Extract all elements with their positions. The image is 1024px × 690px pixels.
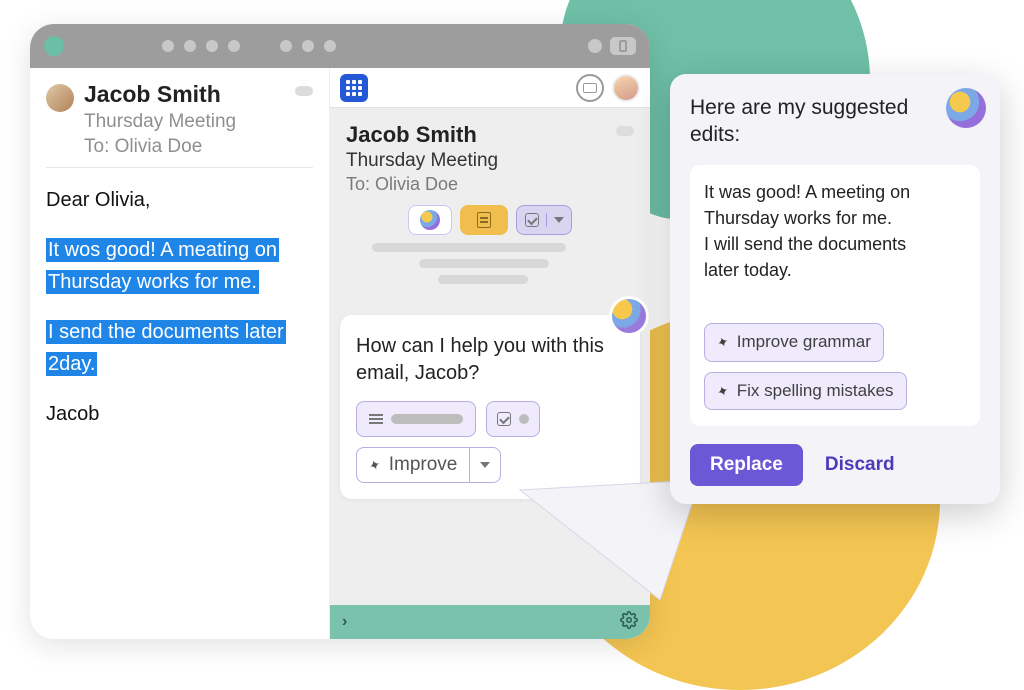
assistant-email-header: Jacob Smith Thursday Meeting To: Olivia … xyxy=(330,108,650,315)
popover-title: Here are my suggested edits: xyxy=(690,94,980,149)
assistant-orb-icon xyxy=(946,88,986,128)
wand-icon: ✦ xyxy=(714,379,732,402)
chevron-down-icon xyxy=(480,462,490,468)
email-to-line: To: Olivia Doe xyxy=(84,135,236,160)
placeholder-preview xyxy=(346,243,634,305)
sender-avatar xyxy=(46,84,74,112)
wand-icon: ✦ xyxy=(714,331,732,354)
improve-label: Improve xyxy=(389,454,458,476)
assist-subject: Thursday Meeting xyxy=(346,150,634,172)
email-signoff: Jacob xyxy=(46,398,313,430)
email-subject: Thursday Meeting xyxy=(84,110,236,135)
user-avatar[interactable] xyxy=(612,74,640,102)
email-body[interactable]: Dear Olivia, It wos good! A meating on T… xyxy=(46,168,313,430)
email-header: Jacob Smith Thursday Meeting To: Olivia … xyxy=(46,80,313,168)
assist-status-pill xyxy=(616,126,634,136)
summary-chip[interactable] xyxy=(460,205,508,235)
assistant-prompt: How can I help you with this email, Jaco… xyxy=(356,333,624,387)
assistant-card: How can I help you with this email, Jaco… xyxy=(340,315,640,499)
assist-to: To: Olivia Doe xyxy=(346,174,634,195)
checkbox-icon xyxy=(497,412,511,426)
sidebar-toggle-icon[interactable] xyxy=(610,37,636,55)
assistant-footer: › xyxy=(330,605,650,639)
list-icon xyxy=(369,414,383,424)
discard-button[interactable]: Discard xyxy=(825,454,895,476)
status-pill xyxy=(295,86,313,96)
email-greeting: Dear Olivia, xyxy=(46,184,313,216)
suggested-text: It was good! A meeting on Thursday works… xyxy=(690,165,980,427)
traffic-light-icon[interactable] xyxy=(44,36,64,56)
window-titlebar xyxy=(30,24,650,68)
assistant-pane: Jacob Smith Thursday Meeting To: Olivia … xyxy=(330,68,650,639)
wand-icon: ✦ xyxy=(366,455,383,475)
suggestion-popover: Here are my suggested edits: It was good… xyxy=(670,74,1000,504)
action-option-2[interactable] xyxy=(486,401,540,437)
email-selected-paragraph-1: It wos good! A meating on Thursday works… xyxy=(46,234,313,298)
assistant-orb-icon xyxy=(420,210,440,230)
tab-indicator-dots xyxy=(162,40,336,52)
apps-grid-button[interactable] xyxy=(340,74,368,102)
improve-dropdown-toggle[interactable] xyxy=(469,447,501,483)
mail-icon[interactable] xyxy=(576,74,604,102)
expand-chevron-icon[interactable]: › xyxy=(342,613,347,631)
improve-button[interactable]: ✦ Improve xyxy=(356,447,469,483)
titlebar-dot-icon xyxy=(588,39,602,53)
email-preview-pane: Jacob Smith Thursday Meeting To: Olivia … xyxy=(30,68,330,639)
assistant-logo-chip[interactable] xyxy=(408,205,452,235)
improve-grammar-chip[interactable]: ✦ Improve grammar xyxy=(704,323,884,362)
settings-gear-icon[interactable] xyxy=(620,611,638,634)
fix-spelling-chip[interactable]: ✦ Fix spelling mistakes xyxy=(704,372,907,411)
assistant-orb-icon xyxy=(612,299,646,333)
checkbox-icon xyxy=(525,213,539,227)
mail-window: Jacob Smith Thursday Meeting To: Olivia … xyxy=(30,24,650,639)
chevron-down-icon xyxy=(554,217,564,223)
action-option-1[interactable] xyxy=(356,401,476,437)
assist-sender: Jacob Smith xyxy=(346,122,634,148)
document-icon xyxy=(477,212,491,228)
replace-button[interactable]: Replace xyxy=(690,444,803,486)
sender-name: Jacob Smith xyxy=(84,80,236,110)
tasks-chip[interactable] xyxy=(516,205,572,235)
quick-action-row xyxy=(346,205,634,235)
email-selected-paragraph-2: I send the documents later 2day. xyxy=(46,316,313,380)
improve-split-button[interactable]: ✦ Improve xyxy=(356,447,501,483)
assistant-toolbar xyxy=(330,68,650,108)
